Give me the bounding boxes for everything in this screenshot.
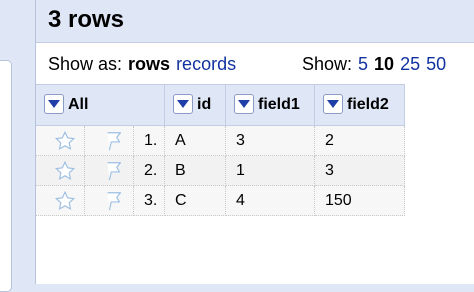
cell-field1[interactable]: 4 <box>225 185 315 216</box>
flag-icon[interactable] <box>95 130 133 152</box>
column-label-all: All <box>68 96 89 114</box>
flag-icon[interactable] <box>95 160 133 182</box>
column-header-field1: field1 <box>225 84 315 126</box>
column-label-field1: field1 <box>258 96 300 114</box>
row-count-title: 3 rows <box>48 6 125 33</box>
column-header-field2: field2 <box>314 84 405 126</box>
cell-field1[interactable]: 3 <box>225 125 315 156</box>
cell-field1[interactable]: 1 <box>225 155 315 186</box>
data-table: All id field1 field2 1. A 3 2 2. B 1 3 3… <box>36 84 405 216</box>
table-row: 3. C 4 150 <box>36 185 405 216</box>
page-size-10: 10 <box>374 54 395 74</box>
column-header-id: id <box>164 84 226 126</box>
column-label-id: id <box>197 96 212 114</box>
star-icon[interactable] <box>46 130 84 152</box>
table-row: 2. B 1 3 <box>36 155 405 186</box>
page-size-5[interactable]: 5 <box>358 54 368 74</box>
field2-dropdown-icon[interactable] <box>323 94 343 114</box>
all-dropdown-icon[interactable] <box>44 94 64 114</box>
flag-cell[interactable] <box>84 125 134 156</box>
title-bar: 3 rows <box>36 0 474 43</box>
field1-dropdown-icon[interactable] <box>234 94 254 114</box>
page-size-label: Show: <box>302 54 353 74</box>
flag-icon[interactable] <box>95 190 133 212</box>
cell-id[interactable]: A <box>164 125 226 156</box>
show-as-label: Show as: <box>48 54 123 74</box>
column-label-field2: field2 <box>347 96 389 114</box>
cell-field2[interactable]: 150 <box>314 185 405 216</box>
row-number: 3. <box>133 185 165 216</box>
cell-id[interactable]: B <box>164 155 226 186</box>
id-dropdown-icon[interactable] <box>173 94 193 114</box>
page-size-selector: Show: 5 10 25 50 <box>302 53 446 75</box>
records-mode-link[interactable]: records <box>176 54 236 74</box>
show-as-group: Show as: rows records <box>48 53 236 75</box>
page-size-25[interactable]: 25 <box>400 54 420 74</box>
page-size-50[interactable]: 50 <box>426 54 446 74</box>
row-number: 1. <box>133 125 165 156</box>
row-number: 2. <box>133 155 165 186</box>
rows-mode-selected: rows <box>128 54 171 74</box>
header-row: All id field1 field2 <box>36 84 405 126</box>
star-icon[interactable] <box>46 190 84 212</box>
star-cell[interactable] <box>36 185 85 216</box>
star-cell[interactable] <box>36 125 85 156</box>
flag-cell[interactable] <box>84 155 134 186</box>
column-header-all: All <box>36 84 165 126</box>
cell-field2[interactable]: 2 <box>314 125 405 156</box>
table-row: 1. A 3 2 <box>36 125 405 156</box>
star-icon[interactable] <box>46 160 84 182</box>
flag-cell[interactable] <box>84 185 134 216</box>
star-cell[interactable] <box>36 155 85 186</box>
data-view: 3 rows Show as: rows records Show: 5 10 25 50 … <box>35 0 474 284</box>
left-panel <box>0 60 12 292</box>
view-bar: Show as: rows records Show: 5 10 25 50 <box>36 43 474 83</box>
cell-id[interactable]: C <box>164 185 226 216</box>
cell-field2[interactable]: 3 <box>314 155 405 186</box>
